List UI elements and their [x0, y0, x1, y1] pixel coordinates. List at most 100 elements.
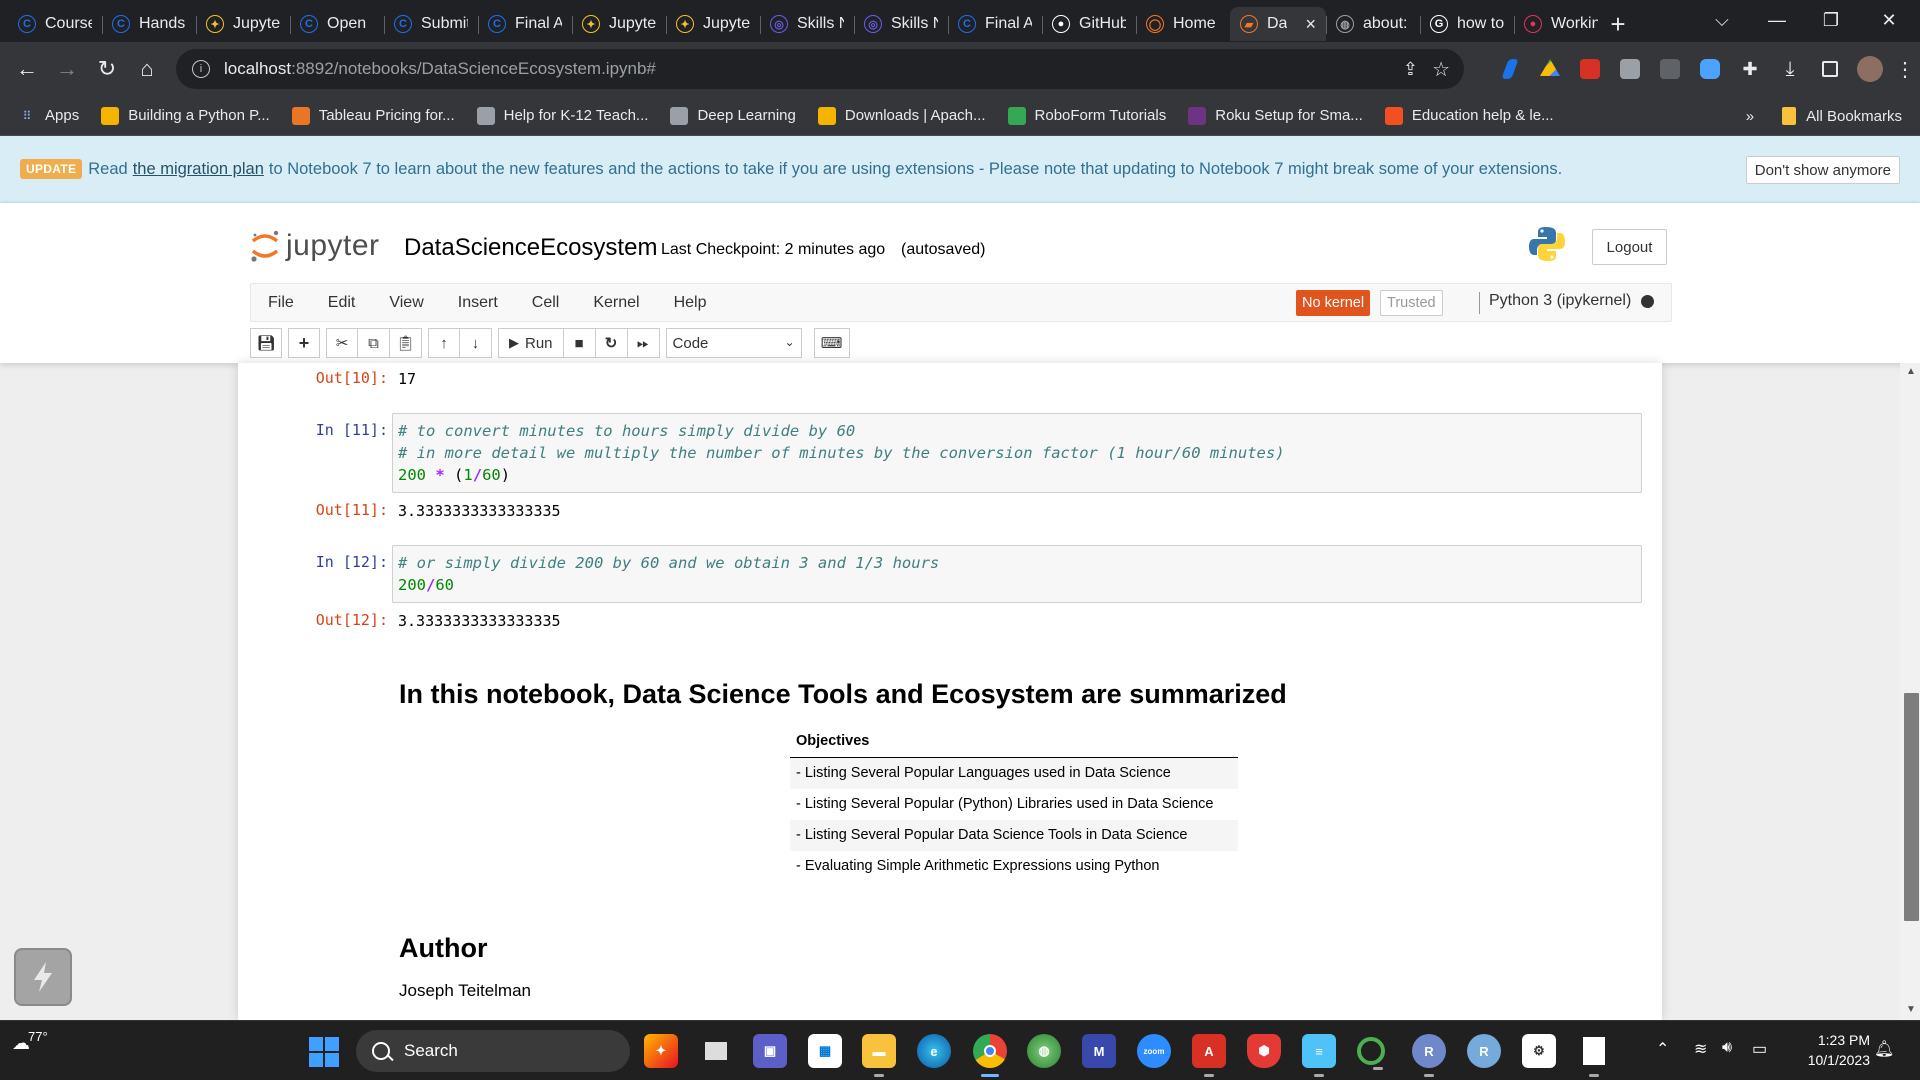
keyboard-shortcuts-icon[interactable]: ⌨: [813, 328, 850, 358]
fast-forward-icon[interactable]: ⏩︎: [627, 328, 660, 358]
menu-help[interactable]: Help: [657, 294, 724, 312]
extensions-puzzle-icon[interactable]: ✚: [1730, 49, 1770, 89]
taskbar-search[interactable]: Search: [356, 1030, 630, 1072]
reload-icon[interactable]: ↻: [90, 52, 124, 86]
copy-icon[interactable]: ⧉: [358, 328, 390, 358]
back-icon[interactable]: ←: [10, 52, 44, 86]
browser-tab[interactable]: C Submit: [384, 7, 478, 41]
tray-overflow-chevron-icon[interactable]: ⌃: [1656, 1039, 1669, 1059]
pen-extension-icon[interactable]: [1490, 49, 1530, 89]
browser-tab[interactable]: ● Workin: [1514, 7, 1608, 41]
edge-icon[interactable]: e: [917, 1034, 951, 1068]
wifi-icon[interactable]: ≋: [1694, 1039, 1707, 1059]
cloud-extension-icon[interactable]: [1690, 49, 1730, 89]
browser-tab[interactable]: C Course: [8, 7, 102, 41]
chrome-menu-icon[interactable]: ⋮: [1890, 49, 1920, 89]
blank-document-icon[interactable]: [1577, 1034, 1611, 1077]
browser-tab[interactable]: C Final A: [948, 7, 1042, 41]
cell-type-select[interactable]: Code ⌄: [665, 328, 802, 358]
new-tab-button[interactable]: +: [1600, 6, 1636, 42]
globe-app-icon[interactable]: ◍: [1027, 1034, 1061, 1068]
chrome-icon[interactable]: [973, 1034, 1007, 1077]
bookmark-star-icon[interactable]: ☆: [1432, 57, 1450, 82]
bookmark-item[interactable]: RoboForm Tutorials: [1007, 106, 1166, 125]
bookmark-item[interactable]: Help for K-12 Teach...: [476, 106, 648, 125]
home-icon[interactable]: ⌂: [130, 52, 164, 86]
move-down-icon[interactable]: ↓: [460, 328, 492, 358]
scroll-up-arrow-icon[interactable]: ▲: [1904, 366, 1918, 377]
bookmark-item[interactable]: Building a Python P...: [101, 106, 270, 125]
page-scrollbar[interactable]: [1900, 363, 1920, 1020]
battery-icon[interactable]: ▭: [1752, 1039, 1767, 1059]
menu-insert[interactable]: Insert: [441, 294, 515, 312]
mathway-icon[interactable]: M: [1082, 1034, 1116, 1068]
close-window-button[interactable]: ✕: [1864, 0, 1914, 40]
save-icon[interactable]: 💾︎: [250, 328, 282, 358]
menu-cell[interactable]: Cell: [515, 294, 577, 312]
browser-tab[interactable]: ▰ Da ×: [1230, 7, 1326, 41]
database-extension-icon[interactable]: [1610, 49, 1650, 89]
share-icon[interactable]: ⇪: [1403, 59, 1418, 80]
bookmark-item[interactable]: Downloads | Apach...: [817, 106, 986, 125]
browser-tab[interactable]: ✦ Jupyter: [572, 7, 666, 41]
browser-tab[interactable]: Ghow to: [1420, 7, 1514, 41]
menu-kernel[interactable]: Kernel: [576, 294, 656, 312]
kernel-name[interactable]: Python 3 (ipykernel): [1478, 292, 1655, 314]
notepad-icon[interactable]: ≡: [1302, 1034, 1336, 1077]
migration-plan-link[interactable]: the migration plan: [133, 160, 264, 179]
floating-widget-button[interactable]: [14, 948, 72, 1006]
site-info-icon[interactable]: i: [192, 60, 210, 78]
code-cell-input[interactable]: # to convert minutes to hours simply div…: [392, 413, 1642, 493]
jupyter-logo[interactable]: jupyter: [250, 229, 380, 263]
logout-button[interactable]: Logout: [1592, 229, 1667, 265]
menu-view[interactable]: View: [372, 294, 440, 312]
roboform-extension-icon[interactable]: [1650, 49, 1690, 89]
restore-button[interactable]: ❐: [1808, 0, 1854, 40]
tab-search-chevron-icon[interactable]: ⌵: [1702, 0, 1742, 40]
forward-icon[interactable]: →: [50, 52, 84, 86]
start-button[interactable]: [309, 1037, 339, 1067]
task-view-icon[interactable]: [699, 1034, 733, 1068]
browser-tab[interactable]: ◍ about:: [1326, 7, 1420, 41]
r-language-icon[interactable]: R: [1412, 1034, 1446, 1077]
copilot-icon[interactable]: ✦: [644, 1034, 678, 1068]
bookmark-item[interactable]: Roku Setup for Sma...: [1188, 106, 1363, 125]
acrobat-reader-icon[interactable]: A: [1192, 1034, 1226, 1077]
menu-file[interactable]: File: [251, 294, 311, 312]
address-bar[interactable]: i localhost:8892/notebooks/DataScienceEc…: [176, 49, 1464, 89]
rstudio-icon[interactable]: R: [1467, 1034, 1501, 1068]
restart-icon[interactable]: ↻: [595, 328, 628, 358]
kernel-status-badge[interactable]: No kernel: [1296, 290, 1371, 316]
google-drive-icon[interactable]: [1530, 49, 1570, 89]
browser-tab[interactable]: ◎ Skills N: [854, 7, 948, 41]
scrollbar-thumb[interactable]: [1904, 693, 1919, 921]
trusted-badge[interactable]: Trusted: [1380, 290, 1443, 316]
zoom-icon[interactable]: zoom: [1137, 1034, 1171, 1068]
browser-tab[interactable]: C Hands: [102, 7, 196, 41]
cut-icon[interactable]: ✂: [326, 328, 358, 358]
taskbar-clock[interactable]: 1:23 PM 10/1/2023: [1792, 1030, 1870, 1070]
close-tab-icon[interactable]: ×: [1305, 14, 1316, 35]
browser-tab[interactable]: ✦ Jupyter: [196, 7, 290, 41]
menu-edit[interactable]: Edit: [311, 294, 373, 312]
browser-tab[interactable]: ◯ Home: [1136, 7, 1230, 41]
run-button[interactable]: ▶ Run: [498, 328, 564, 358]
profile-avatar[interactable]: [1850, 49, 1890, 89]
browser-tab[interactable]: C Open: [290, 7, 384, 41]
microsoft-store-icon[interactable]: ▦: [808, 1034, 842, 1068]
bookmark-item[interactable]: Tableau Pricing for...: [291, 106, 455, 125]
minimize-button[interactable]: —: [1754, 0, 1800, 40]
side-panel-icon[interactable]: [1810, 49, 1850, 89]
code-cell-input[interactable]: # or simply divide 200 by 60 and we obta…: [392, 545, 1642, 603]
browser-tab[interactable]: ● GitHub: [1042, 7, 1136, 41]
security-shield-icon[interactable]: ⬢: [1247, 1034, 1281, 1068]
browser-tab[interactable]: C Final A: [478, 7, 572, 41]
spinner-app-icon[interactable]: [1357, 1037, 1385, 1070]
paste-icon[interactable]: 📋︎: [390, 328, 422, 358]
settings-app-icon[interactable]: ⚙: [1522, 1034, 1556, 1068]
browser-tab[interactable]: ✦ Jupyter: [666, 7, 760, 41]
dont-show-anymore-button[interactable]: Don't show anymore: [1745, 156, 1900, 184]
notebook-name[interactable]: DataScienceEcosystem: [404, 234, 657, 262]
stop-icon[interactable]: ■: [563, 328, 596, 358]
bookmark-item[interactable]: Deep Learning: [670, 106, 796, 125]
